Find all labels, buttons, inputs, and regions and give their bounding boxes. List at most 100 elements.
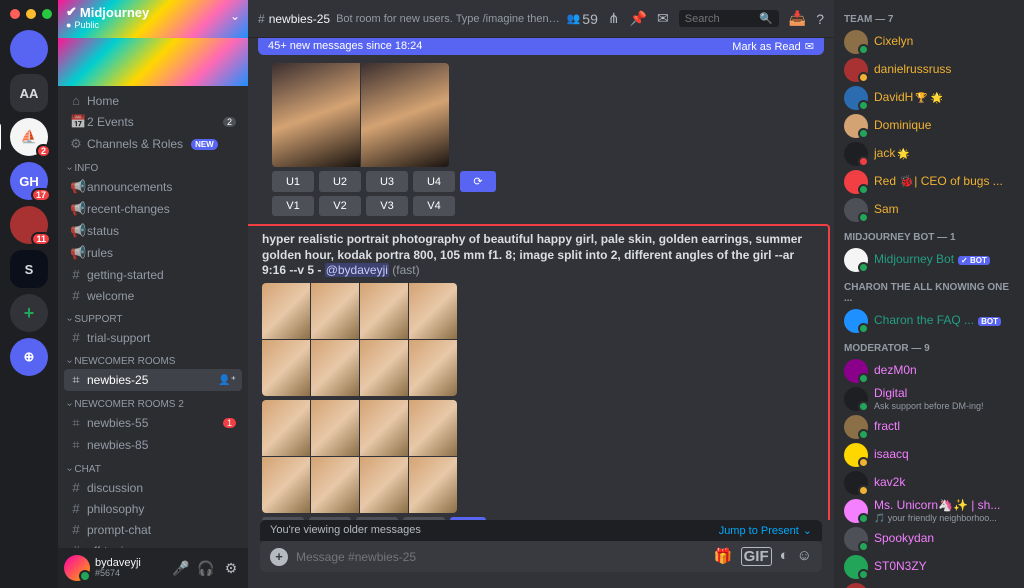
add-attachment-button[interactable]: + [270,548,288,566]
member-dezm-n[interactable]: dezM0n [840,357,1018,385]
channel-recent-changes[interactable]: 📢recent-changes [64,198,242,220]
action-v3[interactable]: V3 [366,196,408,216]
channel-rules[interactable]: 📢rules [64,242,242,264]
gh-server[interactable]: GH17 [10,162,48,200]
channel-philosophy[interactable]: #philosophy [64,498,242,519]
action-u4[interactable]: U4 [413,171,455,192]
member-st-n-zy[interactable]: ST0N3ZY [840,553,1018,581]
gift-icon[interactable]: 🎁 [714,547,733,566]
search-icon: 🔍 [759,12,773,25]
action-v2[interactable]: V2 [319,196,361,216]
channel-trial-support[interactable]: #trial-support [64,327,242,348]
window-minimize[interactable] [26,9,36,19]
nav--events[interactable]: 📅2 Events2 [64,111,242,133]
message-input[interactable] [296,550,706,564]
gif-button[interactable]: GIF [741,547,772,566]
member-fractl[interactable]: fractl [840,413,1018,441]
dark-server[interactable]: S [10,250,48,288]
channel-off-topic[interactable]: #off-topic [64,540,242,548]
emoji-icon[interactable]: ☺ [797,547,812,566]
inbox-icon[interactable]: ✉ [657,10,669,27]
mark-as-read[interactable]: Mark as Read [732,41,800,53]
image-attachment-grid[interactable] [262,400,457,513]
channel-status[interactable]: 📢status [64,220,242,242]
notifications-icon[interactable]: ⋔ [608,10,620,27]
action-v1[interactable]: V1 [272,196,314,216]
channel-prompt-chat[interactable]: #prompt-chat [64,519,242,540]
user-mention[interactable]: @bydaveyji [325,263,389,277]
channel-discussion[interactable]: #discussion [64,477,242,498]
member-red-ceo-of-bugs-[interactable]: Red 🐞| CEO of bugs ... [840,168,1018,196]
member-cixelyn[interactable]: Cixelyn [840,28,1018,56]
member-charon-the-faq-[interactable]: Charon the FAQ ...BOT [840,307,1018,335]
help-icon[interactable]: ? [816,11,824,27]
window-zoom[interactable] [42,9,52,19]
member-danielrussruss[interactable]: danielrussruss [840,56,1018,84]
member-ms-unicorn-sh-[interactable]: Ms. Unicorn🦄✨ | sh...🎵 your friendly nei… [840,497,1018,525]
nav-home[interactable]: ⌂Home [64,90,242,111]
add-server[interactable]: + [10,294,48,332]
action-u2[interactable]: U2 [319,171,361,192]
action-v4[interactable]: V4 [413,196,455,216]
category-newcomer-rooms[interactable]: NEWCOMER ROOMS [64,348,242,369]
search-input[interactable] [685,13,755,25]
channel-announcements[interactable]: 📢announcements [64,176,242,198]
red-server[interactable]: 11 [10,206,48,244]
explore[interactable]: ⊕ [10,338,48,376]
inbox-tray-icon[interactable]: 📥 [789,10,806,27]
reroll-button[interactable]: ⟳ [450,517,486,520]
aa-server[interactable]: AA [10,74,48,112]
category-chat[interactable]: CHAT [64,456,242,477]
member-xaph[interactable]: Xaph [840,581,1018,588]
category-newcomer-rooms-[interactable]: NEWCOMER ROOMS 2 [64,391,242,412]
channel-welcome[interactable]: #welcome [64,285,242,306]
deafen-icon[interactable]: 🎧 [195,557,217,579]
member-category: CHARON THE ALL KNOWING ONE ... [840,274,1018,307]
action-u4[interactable]: U4 [403,517,445,520]
action-u3[interactable]: U3 [366,171,408,192]
nav-channels-roles[interactable]: ⚙Channels & RolesNEW [64,133,242,155]
new-messages-bar[interactable]: 45+ new messages since 18:24 Mark as Rea… [258,38,824,55]
channel-getting-started[interactable]: #getting-started [64,264,242,285]
member-kav-k[interactable]: kav2k [840,469,1018,497]
member-midjourney-bot[interactable]: Midjourney Bot✓ BOT [840,246,1018,274]
action-u1[interactable]: U1 [262,517,304,520]
member-jack[interactable]: jack🌟 [840,140,1018,168]
pins-icon[interactable]: 📌 [630,10,647,27]
image-attachment[interactable] [272,63,449,167]
action-u2[interactable]: U2 [309,517,351,520]
action-u1[interactable]: U1 [272,171,314,192]
image-attachment-grid[interactable] [262,283,457,396]
members-count[interactable]: 👥59 [567,11,598,27]
member-avatar [844,527,868,551]
settings-icon[interactable]: ⚙ [220,557,242,579]
sticker-icon[interactable]: ◐ [780,547,789,566]
action-u3[interactable]: U3 [356,517,398,520]
member-isaacq[interactable]: isaacq [840,441,1018,469]
message-content: hyper realistic portrait photography of … [262,232,820,279]
channel-newbies-85[interactable]: ⌗newbies-85 [64,434,242,456]
self-tag: #5674 [95,569,165,579]
category-support[interactable]: SUPPORT [64,306,242,327]
member-davidh[interactable]: DavidH🏆 🌟 [840,84,1018,112]
member-spookydan[interactable]: Spookydan [840,525,1018,553]
member-dominique[interactable]: Dominique [840,112,1018,140]
search-box[interactable]: 🔍 [679,10,779,27]
window-close[interactable] [10,9,20,19]
server-header[interactable]: ✔Midjourney ●Public ⌄ [58,0,248,38]
member-digital[interactable]: DigitalAsk support before DM-ing! [840,385,1018,413]
verified-icon: ✔ [66,4,77,20]
chat-main: #newbies-25 Bot room for new users. Type… [248,0,834,588]
channel-newbies-25[interactable]: ⌗newbies-25👤⁺ [64,369,242,391]
self-avatar[interactable] [64,555,90,581]
member-sam[interactable]: Sam [840,196,1018,224]
channel-newbies-55[interactable]: ⌗newbies-551 [64,412,242,434]
older-text: You're viewing older messages [270,524,421,537]
channel-topic[interactable]: Bot room for new users. Type /imagine th… [336,13,561,25]
jump-to-present[interactable]: Jump to Present ⌄ [719,524,812,537]
reroll-button[interactable]: ⟳ [460,171,496,192]
midjourney-server[interactable]: ⛵2 [10,118,48,156]
direct-messages[interactable] [10,30,48,68]
mute-icon[interactable]: 🎤 [170,557,192,579]
category-info[interactable]: INFO [64,155,242,176]
